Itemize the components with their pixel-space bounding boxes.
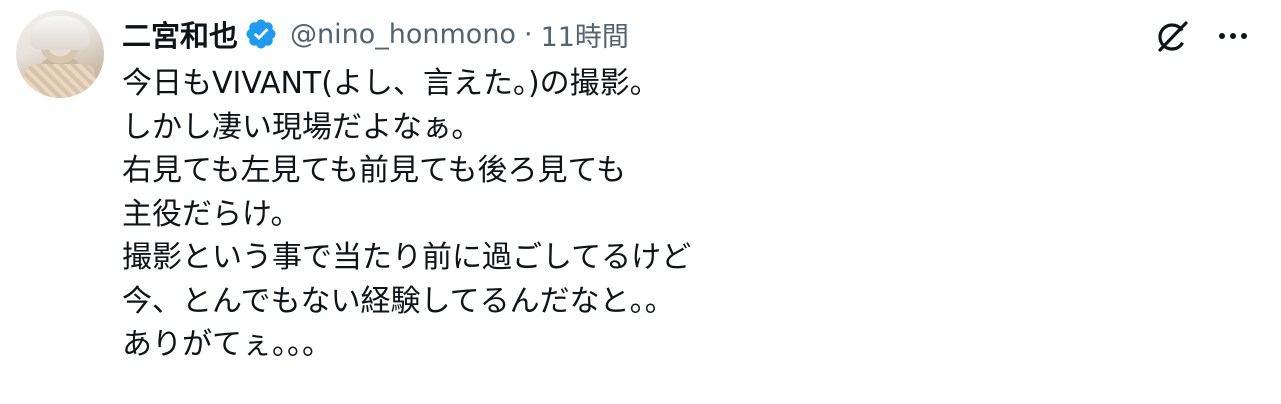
author-handle[interactable]: @nino_honmono	[290, 19, 516, 50]
verified-badge-icon	[244, 17, 278, 51]
tweet-text-line: 撮影という事で当たり前に過ごしてるけど	[122, 240, 692, 275]
header-separator: ·	[523, 18, 533, 50]
more-icon[interactable]	[1213, 16, 1253, 56]
avatar-hair	[30, 16, 90, 50]
grok-icon[interactable]	[1152, 16, 1192, 56]
tweet-text-line: 今、とんでもない経験してるんだなと。。	[122, 283, 675, 319]
tweet-header: 二宮和也 @nino_honmono · 11時間	[122, 14, 629, 54]
tweet-text-line: しかし凄い現場だよなぁ。	[122, 109, 482, 145]
tweet-text-line: ありがてぇ。。。	[122, 327, 332, 362]
tweet-card[interactable]: 二宮和也 @nino_honmono · 11時間 今日もVIVANT(よし、言…	[0, 0, 1281, 404]
author-name[interactable]: 二宮和也	[122, 13, 238, 55]
tweet-time[interactable]: 11時間	[541, 15, 629, 54]
avatar[interactable]	[16, 10, 104, 98]
tweet-text-line: 主役だらけ。	[122, 196, 301, 232]
avatar-scarf	[24, 64, 96, 98]
tweet-text-line: 今日もVIVANT(よし、言えた。)の撮影。	[122, 66, 660, 101]
tweet-text: 今日もVIVANT(よし、言えた。)の撮影。 しかし凄い現場だよなぁ。 右見ても…	[122, 62, 1122, 367]
tweet-text-line: 右見ても左見ても前見ても後ろ見ても	[122, 153, 626, 188]
